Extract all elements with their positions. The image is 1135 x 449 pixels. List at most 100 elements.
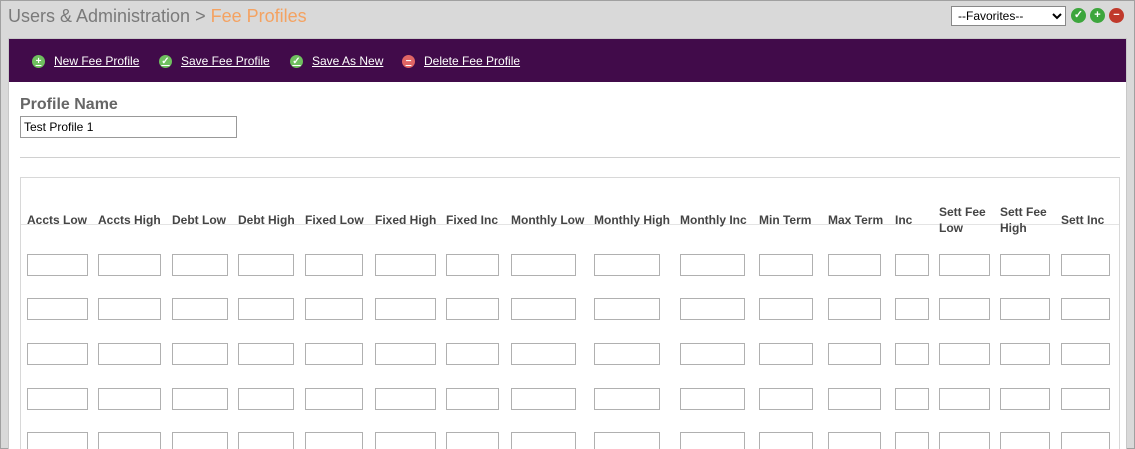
table-cell-input[interactable] — [98, 388, 161, 410]
table-cell-input[interactable] — [759, 298, 813, 320]
save-fee-profile-button[interactable]: ✓ Save Fee Profile — [159, 53, 270, 69]
table-cell-input[interactable] — [680, 254, 745, 276]
table-cell-input[interactable] — [446, 254, 499, 276]
table-cell-input[interactable] — [98, 432, 161, 449]
table-cell-input[interactable] — [511, 298, 576, 320]
table-cell-input[interactable] — [1061, 432, 1110, 449]
table-cell-input[interactable] — [511, 343, 576, 365]
table-cell-input[interactable] — [895, 388, 929, 410]
table-cell-input[interactable] — [27, 343, 88, 365]
table-cell-input[interactable] — [1000, 254, 1050, 276]
table-cell-input[interactable] — [238, 388, 294, 410]
table-cell-input[interactable] — [1061, 254, 1110, 276]
minus-icon[interactable]: − — [1109, 8, 1124, 23]
table-cell-input[interactable] — [680, 432, 745, 449]
table-cell-input[interactable] — [680, 343, 745, 365]
table-cell-input[interactable] — [939, 298, 990, 320]
table-cell-input[interactable] — [680, 298, 745, 320]
table-cell-input[interactable] — [1061, 388, 1110, 410]
table-cell-input[interactable] — [98, 298, 161, 320]
table-cell-input[interactable] — [375, 298, 436, 320]
favorites-select[interactable]: --Favorites-- — [951, 6, 1066, 26]
table-cell-input[interactable] — [305, 343, 363, 365]
table-cell-input[interactable] — [511, 254, 576, 276]
table-cell-input[interactable] — [1061, 343, 1110, 365]
plus-icon[interactable]: + — [1090, 8, 1105, 23]
table-cell-input[interactable] — [939, 254, 990, 276]
table-cell-input[interactable] — [375, 432, 436, 449]
column-header: Accts High — [98, 213, 161, 227]
table-cell-input[interactable] — [511, 432, 576, 449]
table-cell-input[interactable] — [27, 254, 88, 276]
breadcrumb-current: Fee Profiles — [210, 6, 307, 26]
table-cell-input[interactable] — [27, 432, 88, 449]
table-cell-input[interactable] — [1000, 388, 1050, 410]
save-fee-profile-label: Save Fee Profile — [181, 54, 270, 68]
profile-name-input[interactable] — [20, 116, 237, 138]
table-cell-input[interactable] — [172, 343, 228, 365]
table-cell-input[interactable] — [759, 254, 813, 276]
table-cell-input[interactable] — [375, 388, 436, 410]
table-cell-input[interactable] — [446, 388, 499, 410]
plus-icon: + — [32, 54, 45, 68]
table-cell-input[interactable] — [680, 388, 745, 410]
table-cell-input[interactable] — [98, 254, 161, 276]
table-cell-input[interactable] — [594, 298, 660, 320]
fee-profile-panel: + New Fee Profile ✓ Save Fee Profile ✓ S… — [8, 38, 1127, 449]
table-cell-input[interactable] — [305, 298, 363, 320]
breadcrumb-separator: > — [190, 6, 211, 26]
table-cell-input[interactable] — [446, 298, 499, 320]
table-cell-input[interactable] — [1000, 298, 1050, 320]
table-cell-input[interactable] — [446, 343, 499, 365]
table-cell-input[interactable] — [895, 298, 929, 320]
table-cell-input[interactable] — [27, 388, 88, 410]
table-cell-input[interactable] — [594, 343, 660, 365]
table-cell-input[interactable] — [828, 343, 881, 365]
table-cell-input[interactable] — [594, 432, 660, 449]
table-cell-input[interactable] — [759, 343, 813, 365]
table-cell-input[interactable] — [1000, 432, 1050, 449]
table-cell-input[interactable] — [305, 388, 363, 410]
breadcrumb-parent[interactable]: Users & Administration — [8, 6, 190, 26]
table-cell-input[interactable] — [939, 432, 990, 449]
column-header: Accts Low — [27, 213, 88, 227]
table-cell-input[interactable] — [375, 343, 436, 365]
table-cell-input[interactable] — [594, 254, 660, 276]
table-cell-input[interactable] — [511, 388, 576, 410]
table-cell-input[interactable] — [238, 343, 294, 365]
table-cell-input[interactable] — [828, 254, 881, 276]
table-cell-input[interactable] — [759, 388, 813, 410]
table-cell-input[interactable] — [98, 343, 161, 365]
table-cell-input[interactable] — [828, 298, 881, 320]
column-header: Sett Inc — [1061, 213, 1105, 227]
table-cell-input[interactable] — [939, 388, 990, 410]
table-cell-input[interactable] — [172, 254, 228, 276]
table-cell-input[interactable] — [594, 388, 660, 410]
table-cell-input[interactable] — [895, 432, 929, 449]
table-cell-input[interactable] — [305, 432, 363, 449]
table-cell-input[interactable] — [1000, 343, 1050, 365]
table-cell-input[interactable] — [1061, 298, 1110, 320]
table-cell-input[interactable] — [939, 343, 990, 365]
table-cell-input[interactable] — [172, 298, 228, 320]
table-cell-input[interactable] — [895, 254, 929, 276]
table-cell-input[interactable] — [172, 388, 228, 410]
table-cell-input[interactable] — [172, 432, 228, 449]
table-cell-input[interactable] — [238, 298, 294, 320]
table-cell-input[interactable] — [828, 432, 881, 449]
table-cell-input[interactable] — [305, 254, 363, 276]
column-header: Fixed Inc — [446, 213, 499, 227]
check-icon[interactable]: ✓ — [1071, 8, 1086, 23]
check-icon: ✓ — [290, 54, 303, 68]
table-cell-input[interactable] — [238, 254, 294, 276]
new-fee-profile-button[interactable]: + New Fee Profile — [32, 53, 139, 69]
table-cell-input[interactable] — [238, 432, 294, 449]
save-as-new-button[interactable]: ✓ Save As New — [290, 53, 383, 69]
table-cell-input[interactable] — [759, 432, 813, 449]
delete-fee-profile-button[interactable]: − Delete Fee Profile — [402, 53, 520, 69]
table-cell-input[interactable] — [895, 343, 929, 365]
table-cell-input[interactable] — [828, 388, 881, 410]
table-cell-input[interactable] — [446, 432, 499, 449]
table-cell-input[interactable] — [27, 298, 88, 320]
table-cell-input[interactable] — [375, 254, 436, 276]
